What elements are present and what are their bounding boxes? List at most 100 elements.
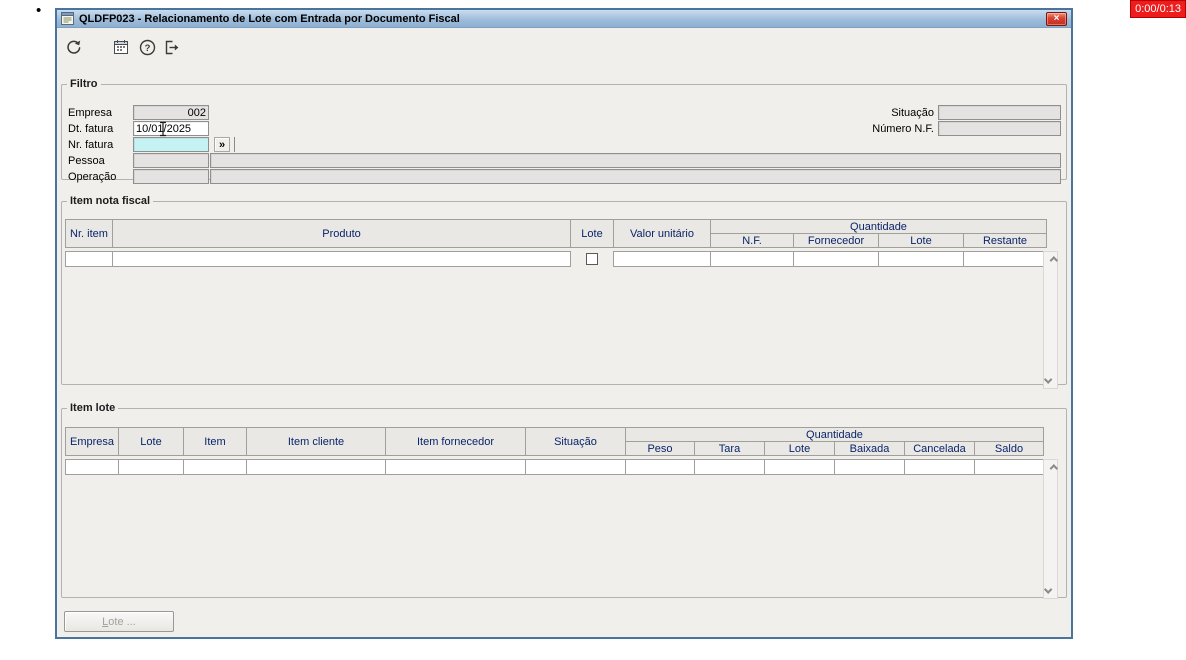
exit-button[interactable] (160, 36, 182, 58)
help-icon: ? (139, 39, 156, 56)
help-button[interactable]: ? (136, 36, 158, 58)
calendar-button[interactable] (110, 36, 132, 58)
lote-checkbox[interactable] (586, 253, 598, 265)
cell-saldo[interactable] (974, 459, 1044, 475)
col-header-lote: Lote (570, 219, 614, 248)
list-bullet: • (36, 2, 42, 19)
cell-baixada[interactable] (834, 459, 905, 475)
inf-grid-header: Nr. item Produto Lote Valor unitário Qua… (65, 219, 1047, 248)
lote-button-label: ote ... (108, 615, 136, 628)
col-header-empresa: Empresa (65, 427, 119, 456)
col-header-tara: Tara (694, 441, 765, 456)
col-header-cancelada: Cancelada (904, 441, 975, 456)
cell-item-fornecedor[interactable] (385, 459, 526, 475)
cell-qt-lote[interactable] (878, 251, 964, 267)
scroll-down-button[interactable] (1043, 584, 1057, 598)
close-button[interactable]: × (1046, 12, 1067, 26)
item-nota-fiscal-group: Item nota fiscal Nr. item Produto Lote V… (61, 195, 1067, 389)
nr-fatura-label: Nr. fatura (68, 139, 114, 151)
col-header-lote: Lote (118, 427, 184, 456)
close-icon: × (1053, 13, 1060, 24)
col-header-restante: Restante (963, 233, 1047, 248)
col-header-situacao: Situação (525, 427, 626, 456)
cell-situacao[interactable] (525, 459, 626, 475)
cell-nf[interactable] (710, 251, 794, 267)
chevron-down-icon (1043, 585, 1052, 594)
dt-fatura-field[interactable] (133, 121, 209, 136)
cell-cancelada[interactable] (904, 459, 975, 475)
chevron-up-icon (1049, 256, 1058, 265)
col-header-valor-unitario: Valor unitário (613, 219, 711, 248)
empresa-label: Empresa (68, 107, 113, 119)
il-scrollbar[interactable] (1043, 459, 1058, 599)
chevron-up-icon (1049, 464, 1058, 473)
refresh-button[interactable] (62, 36, 84, 58)
titlebar[interactable]: QLDFP023 - Relacionamento de Lote com En… (57, 10, 1071, 28)
app-window: QLDFP023 - Relacionamento de Lote com En… (55, 8, 1073, 639)
nr-fatura-field[interactable] (133, 137, 209, 152)
cell-valor-unitario[interactable] (613, 251, 711, 267)
col-header-fornecedor: Fornecedor (793, 233, 879, 248)
col-header-saldo: Saldo (974, 441, 1044, 456)
timer-badge: 0:00/0:13 (1130, 0, 1186, 18)
inf-scrollbar[interactable] (1043, 251, 1058, 389)
item-nota-fiscal-legend: Item nota fiscal (70, 195, 151, 207)
operacao-field[interactable] (133, 169, 209, 184)
il-grid-header: Empresa Lote Item Item cliente Item forn… (65, 427, 1044, 456)
cell-empresa[interactable] (65, 459, 119, 475)
il-table-row[interactable] (65, 459, 1044, 475)
col-header-qt-lote: Lote (764, 441, 835, 456)
cell-peso[interactable] (625, 459, 695, 475)
cell-nr-item[interactable] (65, 251, 113, 267)
col-header-produto: Produto (112, 219, 571, 248)
item-lote-group: Item lote Empresa Lote Item Item cliente… (61, 402, 1067, 599)
pessoa-field[interactable] (133, 153, 209, 168)
col-header-item-cliente: Item cliente (246, 427, 386, 456)
cell-tara[interactable] (694, 459, 765, 475)
scroll-down-button[interactable] (1043, 374, 1057, 388)
col-header-peso: Peso (625, 441, 695, 456)
cell-lote[interactable] (118, 459, 184, 475)
pessoa-description-field (210, 153, 1061, 168)
lote-button[interactable]: Lote ... (64, 611, 174, 632)
field-separator (234, 137, 235, 152)
operacao-description-field (210, 169, 1061, 184)
cell-item-cliente[interactable] (246, 459, 386, 475)
col-header-nr-item: Nr. item (65, 219, 113, 248)
refresh-icon (65, 39, 82, 56)
pessoa-label: Pessoa (68, 155, 105, 167)
dt-fatura-label: Dt. fatura (68, 123, 114, 135)
exit-icon (163, 39, 180, 56)
col-header-nf: N.F. (710, 233, 794, 248)
situacao-field (938, 105, 1061, 120)
cell-qt-lote[interactable] (764, 459, 835, 475)
cell-item[interactable] (183, 459, 247, 475)
empresa-field[interactable] (133, 105, 209, 120)
calendar-icon (113, 39, 129, 55)
window-title: QLDFP023 - Relacionamento de Lote com En… (79, 12, 460, 25)
situacao-label: Situação (891, 107, 934, 119)
col-header-item-fornecedor: Item fornecedor (385, 427, 526, 456)
chevron-down-icon (1043, 375, 1052, 384)
numero-nf-label: Número N.F. (872, 123, 934, 135)
filtro-group: Filtro Empresa Dt. fatura Nr. fatura Pes… (61, 78, 1067, 184)
quantidade-header: Quantidade (710, 219, 1047, 234)
quantidade-header: Quantidade (625, 427, 1044, 442)
nr-fatura-lookup-button[interactable]: » (214, 137, 230, 152)
cell-produto[interactable] (112, 251, 571, 267)
filtro-legend: Filtro (70, 78, 98, 90)
svg-text:?: ? (144, 43, 150, 54)
col-header-baixada: Baixada (834, 441, 905, 456)
scroll-up-button[interactable] (1044, 460, 1058, 474)
col-header-item: Item (183, 427, 247, 456)
text-cursor-icon (158, 121, 168, 142)
app-icon (61, 12, 74, 25)
operacao-label: Operação (68, 171, 117, 183)
inf-table-row[interactable] (65, 251, 1047, 267)
cell-restante[interactable] (963, 251, 1047, 267)
cell-lote-checkbox (570, 251, 614, 267)
quantidade-group-header: Quantidade N.F. Fornecedor Lote Restante (710, 219, 1047, 248)
quantidade-group-header: Quantidade Peso Tara Lote Baixada Cancel… (625, 427, 1044, 456)
cell-fornecedor[interactable] (793, 251, 879, 267)
scroll-up-button[interactable] (1044, 252, 1058, 266)
